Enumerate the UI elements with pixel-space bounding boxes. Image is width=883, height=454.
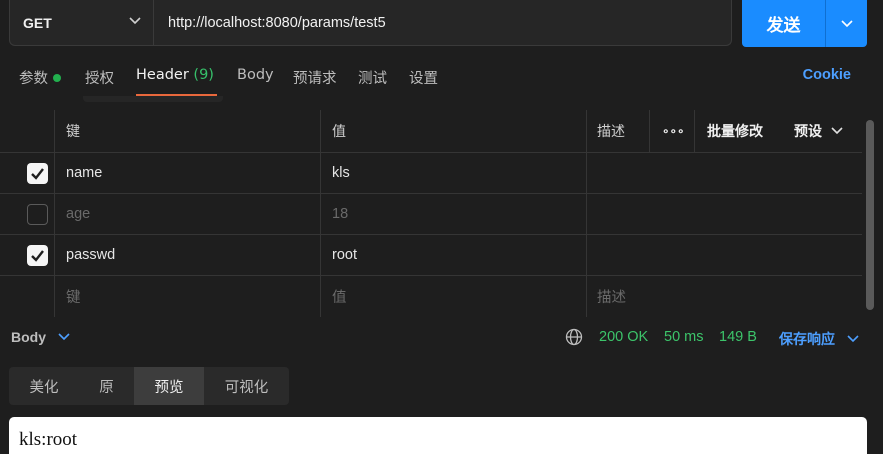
row-key[interactable]: passwd xyxy=(66,235,115,275)
save-response-button[interactable]: 保存响应 xyxy=(779,329,859,349)
new-description-input[interactable]: 描述 xyxy=(597,276,626,317)
view-tab-pretty[interactable]: 美化 xyxy=(9,367,79,405)
send-options-button[interactable] xyxy=(826,0,867,47)
globe-icon[interactable] xyxy=(565,328,583,346)
response-body-dropdown[interactable]: Body xyxy=(11,329,70,345)
status-code: 200 OK xyxy=(599,329,649,345)
response-size: 149 B xyxy=(719,329,757,345)
bulk-edit-button[interactable]: 批量修改 xyxy=(707,110,763,152)
column-description: 描述 xyxy=(597,123,625,139)
response-time: 50 ms xyxy=(664,329,704,345)
response-body-label: Body xyxy=(11,329,46,345)
row-checkbox[interactable] xyxy=(27,163,48,184)
active-tab-underline xyxy=(136,94,217,96)
save-response-label: 保存响应 xyxy=(779,332,835,348)
row-value[interactable]: kls xyxy=(332,153,350,193)
request-tabs: 参数 授权 Header (9) Body 预请求 测试 设置 Cookie xyxy=(0,56,883,102)
tab-params-label: 参数 xyxy=(19,71,48,87)
view-tab-visualize[interactable]: 可视化 xyxy=(204,367,289,405)
chevron-down-icon xyxy=(129,17,141,25)
send-button[interactable]: 发送 xyxy=(742,0,826,47)
url-input[interactable]: http://localhost:8080/params/test5 xyxy=(154,0,731,45)
chevron-down-icon xyxy=(831,127,843,135)
chevron-down-icon xyxy=(58,333,70,341)
chevron-down-icon xyxy=(840,19,853,27)
row-value[interactable]: 18 xyxy=(332,194,348,234)
response-view-tabs: 美化 原 预览 可视化 xyxy=(9,367,289,405)
row-checkbox[interactable] xyxy=(27,204,48,225)
chevron-down-icon xyxy=(847,335,859,343)
view-tab-raw[interactable]: 原 xyxy=(79,367,134,405)
tab-pre-request[interactable]: 预请求 xyxy=(293,67,337,88)
table-header-row: 键 值 描述 ∘∘∘ 批量修改 预设 xyxy=(0,110,862,153)
table-row: name kls xyxy=(0,153,862,194)
checkmark-icon xyxy=(31,250,44,262)
tab-header-label: Header xyxy=(136,67,189,83)
tab-body[interactable]: Body xyxy=(237,67,274,83)
more-options-icon[interactable]: ∘∘∘ xyxy=(662,110,685,152)
column-value: 值 xyxy=(332,123,346,139)
params-active-dot xyxy=(53,74,61,82)
tab-params[interactable]: 参数 xyxy=(19,67,61,88)
preset-label: 预设 xyxy=(794,123,822,139)
tab-header-count: (9) xyxy=(193,67,214,83)
row-checkbox[interactable] xyxy=(27,245,48,266)
checkmark-icon xyxy=(31,168,44,180)
table-new-row: 键 值 描述 xyxy=(0,276,862,317)
tab-header[interactable]: Header (9) xyxy=(136,67,214,83)
url-bar: GET http://localhost:8080/params/test5 xyxy=(9,0,732,46)
method-label: GET xyxy=(23,14,52,31)
table-row: passwd root xyxy=(0,235,862,276)
tab-settings[interactable]: 设置 xyxy=(409,67,438,88)
tab-shadow xyxy=(83,96,223,102)
method-select[interactable]: GET xyxy=(10,0,154,45)
preset-dropdown[interactable]: 预设 xyxy=(794,110,843,152)
response-preview: kls:root xyxy=(9,417,867,454)
tab-test[interactable]: 测试 xyxy=(358,67,387,88)
table-scrollbar[interactable] xyxy=(866,120,874,310)
new-value-input[interactable]: 值 xyxy=(332,276,347,317)
send-button-group: 发送 xyxy=(742,0,867,47)
row-value[interactable]: root xyxy=(332,235,357,275)
response-bar: Body 200 OK 50 ms 149 B 保存响应 xyxy=(0,318,883,358)
view-tab-preview[interactable]: 预览 xyxy=(134,367,204,405)
header-table: 键 值 描述 ∘∘∘ 批量修改 预设 name kls age 18 passw… xyxy=(0,110,862,317)
column-key: 键 xyxy=(66,123,80,139)
tab-auth[interactable]: 授权 xyxy=(85,67,114,88)
row-key[interactable]: name xyxy=(66,153,102,193)
new-key-input[interactable]: 键 xyxy=(66,276,81,317)
cookie-link[interactable]: Cookie xyxy=(803,67,851,83)
table-row: age 18 xyxy=(0,194,862,235)
preview-text: kls:root xyxy=(19,429,78,450)
row-key[interactable]: age xyxy=(66,194,90,234)
